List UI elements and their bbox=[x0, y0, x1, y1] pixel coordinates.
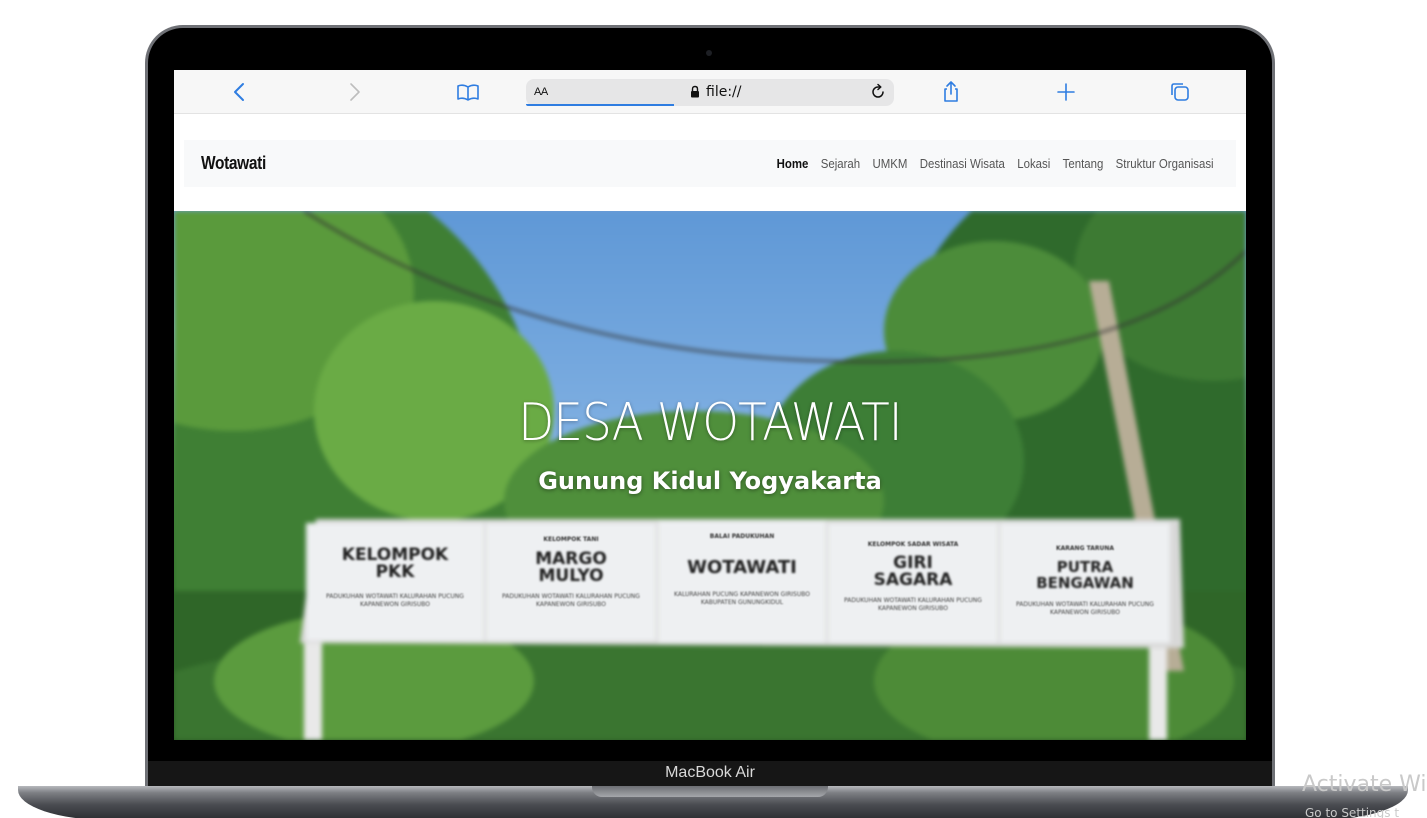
browser-screen: AA file:// Wotawati Home Sejarah UMKM De… bbox=[174, 70, 1246, 740]
device-label: MacBook Air bbox=[665, 764, 755, 781]
activation-watermark-subtitle: Go to Settings t bbox=[1305, 806, 1400, 818]
tabs-overview-icon[interactable] bbox=[1166, 78, 1194, 106]
site-brand[interactable]: Wotawati bbox=[201, 153, 266, 174]
hero-subtitle: Gunung Kidul Yogyakarta bbox=[538, 467, 882, 495]
browser-toolbar: AA file:// bbox=[174, 70, 1246, 114]
url-text: file:// bbox=[706, 84, 742, 100]
page-load-progress bbox=[526, 104, 674, 106]
sign-giri-sagara-small: KELOMPOK SADAR WISATA bbox=[867, 541, 959, 548]
nav-struktur-organisasi[interactable]: Struktur Organisasi bbox=[1116, 156, 1214, 171]
sign-wotawati-lines: KALURAHAN PUCUNG KAPANEWON GIRISUBO KABU… bbox=[674, 591, 810, 606]
sign-putra-bengawan-small: KARANG TARUNA bbox=[1055, 545, 1115, 552]
sign-giri-sagara-lines: PADUKUHAN WOTAWATI KALURAHAN PUCUNG KAPA… bbox=[844, 597, 982, 612]
nav-sejarah[interactable]: Sejarah bbox=[821, 156, 860, 171]
forward-icon[interactable] bbox=[340, 78, 368, 106]
sign-kelompok-pkk: KELOMPOK PKK bbox=[341, 545, 449, 582]
site-navbar: Wotawati Home Sejarah UMKM Destinasi Wis… bbox=[184, 140, 1236, 187]
camera-dot bbox=[706, 50, 712, 56]
sign-kelompok-pkk-lines: PADUKUHAN WOTAWATI KALURAHAN PUCUNG KAPA… bbox=[326, 593, 464, 608]
text-size-button[interactable]: AA bbox=[534, 86, 548, 98]
nav-links: Home Sejarah UMKM Destinasi Wisata Lokas… bbox=[765, 156, 1214, 171]
sign-margo-mulyo-small: KELOMPOK TANI bbox=[543, 536, 599, 543]
back-icon[interactable] bbox=[226, 78, 254, 106]
nav-destinasi-wisata[interactable]: Destinasi Wisata bbox=[920, 156, 1005, 171]
sign-giri-sagara: GIRI SAGARA bbox=[873, 553, 953, 590]
share-icon[interactable] bbox=[937, 78, 965, 106]
nav-lokasi[interactable]: Lokasi bbox=[1018, 156, 1051, 171]
sign-wotawati: WOTAWATI bbox=[687, 557, 797, 578]
hero-banner: KELOMPOK PKK KELOMPOK TANI MARGO MULYO B… bbox=[174, 211, 1246, 740]
bookmarks-icon[interactable] bbox=[454, 78, 482, 106]
sign-putra-bengawan: PUTRA BENGAWAN bbox=[1036, 558, 1134, 592]
sign-margo-mulyo-lines: PADUKUHAN WOTAWATI KALURAHAN PUCUNG KAPA… bbox=[502, 593, 640, 608]
sign-margo-mulyo: MARGO MULYO bbox=[535, 549, 607, 586]
hero-title: DESA WOTAWATI bbox=[518, 393, 902, 453]
address-bar[interactable]: AA file:// bbox=[526, 79, 894, 106]
nav-tentang[interactable]: Tentang bbox=[1063, 156, 1104, 171]
activation-watermark-title: Activate Wi bbox=[1302, 772, 1427, 797]
nav-home[interactable]: Home bbox=[777, 156, 809, 171]
sign-balai-small: BALAI PADUKUHAN bbox=[709, 533, 775, 540]
sign-putra-bengawan-lines: PADUKUHAN WOTAWATI KALURAHAN PUCUNG KAPA… bbox=[1016, 601, 1154, 616]
new-tab-icon[interactable] bbox=[1052, 78, 1080, 106]
nav-umkm[interactable]: UMKM bbox=[873, 156, 908, 171]
reload-icon[interactable] bbox=[868, 82, 888, 102]
laptop-opening-notch bbox=[592, 786, 828, 797]
